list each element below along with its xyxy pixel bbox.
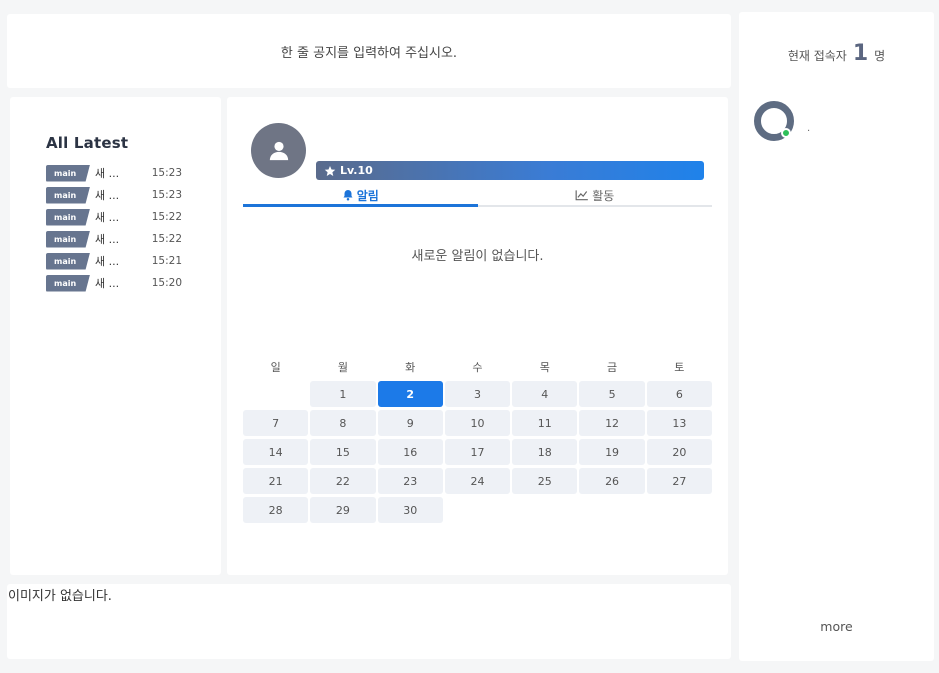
calendar-day[interactable]: 3: [444, 381, 511, 407]
calendar-day[interactable]: 5: [579, 381, 645, 407]
post-title[interactable]: 새 ...: [90, 209, 140, 225]
post-title[interactable]: 새 ...: [90, 275, 140, 291]
calendar-day[interactable]: 17: [444, 439, 511, 465]
calendar-day[interactable]: 19: [579, 439, 645, 465]
profile-panel: Lv.10 알림 활동 새로운 알림이 없습니다. 일월화수목금토 123456…: [227, 97, 728, 575]
level-text: Lv.10: [340, 164, 373, 177]
latest-item[interactable]: main 새 ... 15:21: [46, 250, 221, 272]
user-icon: [269, 141, 288, 160]
bell-icon: [343, 190, 353, 201]
online-number: 1: [852, 41, 869, 66]
latest-title: All Latest: [46, 134, 129, 152]
post-time: 15:22: [151, 233, 182, 245]
latest-item[interactable]: main 새 ... 15:23: [46, 162, 221, 184]
empty-notifications-message: 새로운 알림이 없습니다.: [411, 249, 544, 264]
calendar-day[interactable]: 25: [512, 468, 578, 494]
calendar-day[interactable]: 29: [310, 497, 376, 523]
latest-list: main 새 ... 15:23 main 새 ... 15:23 main 새…: [46, 162, 221, 294]
weekday-label: 화: [405, 361, 416, 374]
online-count: 현재 접속자 1 명: [739, 41, 934, 66]
calendar-day[interactable]: 13: [646, 410, 712, 436]
post-time: 15:23: [151, 167, 182, 179]
calendar-day[interactable]: 22: [310, 468, 376, 494]
online-suffix: 명: [874, 48, 886, 63]
latest-item[interactable]: main 새 ... 15:22: [46, 206, 221, 228]
online-users-panel: 현재 접속자 1 명 . more: [739, 12, 934, 661]
board-tag[interactable]: main: [46, 186, 90, 204]
notice-bar: 한 줄 공지를 입력하여 주십시오.: [7, 14, 731, 88]
weekday-label: 일: [270, 361, 281, 374]
calendar-day[interactable]: 14: [243, 439, 309, 465]
weekday-label: 목: [539, 361, 550, 374]
calendar-day[interactable]: 4: [512, 381, 578, 407]
star-icon: [324, 165, 336, 176]
calendar-day[interactable]: 18: [512, 439, 578, 465]
post-time: 15:20: [151, 277, 182, 289]
post-title[interactable]: 새 ...: [90, 165, 140, 181]
calendar-blank: [243, 381, 308, 407]
board-tag[interactable]: main: [46, 230, 90, 248]
tab-activity[interactable]: 활동: [478, 185, 713, 205]
calendar-day[interactable]: 1: [310, 381, 376, 407]
tab-notifications[interactable]: 알림: [243, 185, 478, 207]
latest-posts-panel: All Latest main 새 ... 15:23 main 새 ... 1…: [10, 97, 221, 575]
online-user-name[interactable]: .: [807, 123, 810, 134]
calendar-day[interactable]: 8: [310, 410, 376, 436]
calendar-day[interactable]: 24: [444, 468, 511, 494]
calendar-day[interactable]: 6: [646, 381, 712, 407]
calendar-day[interactable]: 15: [310, 439, 376, 465]
weekday-label: 금: [607, 361, 618, 374]
board-tag[interactable]: main: [46, 208, 90, 226]
no-image-text: 이미지가 없습니다.: [8, 589, 112, 604]
profile-tabs: 알림 활동: [243, 185, 712, 207]
tab-label: 알림: [356, 188, 379, 203]
calendar-day[interactable]: 30: [377, 497, 443, 523]
calendar-day-today[interactable]: 2: [377, 381, 443, 407]
calendar-day[interactable]: 27: [646, 468, 712, 494]
post-time: 15:21: [151, 255, 182, 267]
calendar: 일월화수목금토 1 2 3 4 5 6 7 8 9 10 11 12 13 14 15 16 17 18 19 20 2…: [243, 359, 712, 523]
calendar-day[interactable]: 28: [243, 497, 309, 523]
calendar-day[interactable]: 10: [444, 410, 511, 436]
calendar-day[interactable]: 9: [377, 410, 443, 436]
latest-item[interactable]: main 새 ... 15:20: [46, 272, 221, 294]
calendar-day[interactable]: 7: [243, 410, 309, 436]
post-time: 15:22: [151, 211, 182, 223]
level-badge: Lv.10: [316, 161, 704, 180]
avatar[interactable]: [251, 123, 306, 178]
board-tag[interactable]: main: [46, 164, 90, 182]
calendar-grid: 1 2 3 4 5 6 7 8 9 10 11 12 13 14 15 16 17 18 19 20 21 22 23 24 2…: [243, 381, 712, 523]
weekday-label: 토: [674, 361, 685, 374]
online-status-dot: [781, 128, 791, 138]
calendar-day[interactable]: 11: [512, 410, 578, 436]
calendar-weekdays: 일월화수목금토: [243, 359, 712, 374]
image-panel: 이미지가 없습니다.: [7, 584, 731, 659]
calendar-day[interactable]: 26: [579, 468, 645, 494]
board-tag[interactable]: main: [46, 252, 90, 270]
calendar-day[interactable]: 12: [579, 410, 645, 436]
online-prefix: 현재 접속자: [787, 48, 847, 63]
calendar-day[interactable]: 23: [377, 468, 443, 494]
post-time: 15:23: [151, 189, 182, 201]
calendar-day[interactable]: 20: [646, 439, 712, 465]
weekday-label: 월: [337, 361, 348, 374]
calendar-day[interactable]: 16: [377, 439, 443, 465]
board-tag[interactable]: main: [46, 274, 90, 292]
weekday-label: 수: [472, 361, 483, 374]
post-title[interactable]: 새 ...: [90, 187, 140, 203]
notice-text: 한 줄 공지를 입력하여 주십시오.: [280, 45, 458, 61]
tab-label: 활동: [592, 188, 615, 203]
more-link[interactable]: more: [739, 619, 934, 634]
latest-item[interactable]: main 새 ... 15:23: [46, 184, 221, 206]
post-title[interactable]: 새 ...: [90, 231, 140, 247]
latest-item[interactable]: main 새 ... 15:22: [46, 228, 221, 250]
calendar-day[interactable]: 21: [243, 468, 309, 494]
chart-line-icon: [575, 190, 589, 201]
post-title[interactable]: 새 ...: [90, 253, 140, 269]
